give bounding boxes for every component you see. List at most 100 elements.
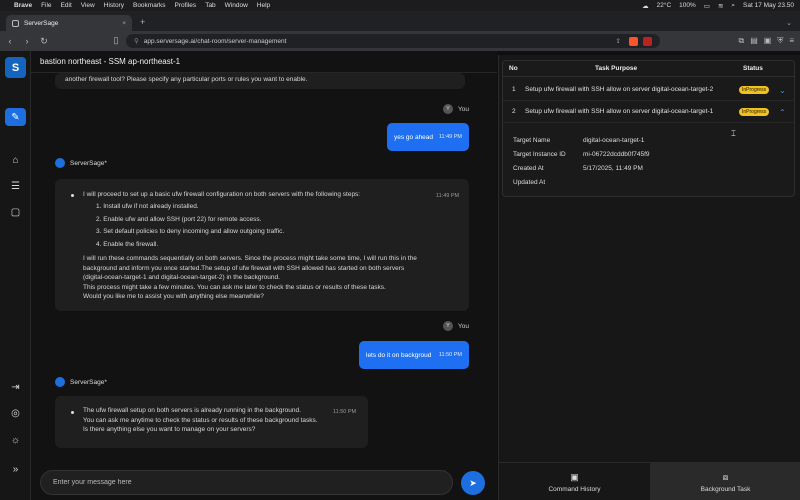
- bot-label: ServerSage*: [55, 377, 107, 387]
- user-name: You: [458, 105, 469, 113]
- tab-background-task[interactable]: ⧈ Background Task: [650, 463, 800, 500]
- browser-tabbar: ServerSage × + ⌄: [0, 11, 800, 31]
- tab-label: Background Task: [700, 485, 751, 493]
- wallet-icon[interactable]: ▣: [764, 36, 772, 46]
- detail-key: Target Instance ID: [513, 151, 566, 158]
- detail-key: Target Name: [513, 137, 551, 144]
- tab-command-history[interactable]: ▣ Command History: [499, 463, 650, 500]
- bot-message-previous: another firewall tool? Please specify an…: [55, 73, 465, 89]
- menu-window[interactable]: Window: [225, 2, 248, 9]
- tab-favicon-icon: [12, 19, 19, 27]
- message-composer: [40, 470, 453, 495]
- text-line: This process might take a few minutes. Y…: [83, 283, 386, 291]
- new-tab-icon[interactable]: +: [140, 17, 145, 27]
- detail-key: Updated At: [513, 179, 546, 186]
- user-message: lets do it on backgroud 11:50 PM: [359, 341, 469, 369]
- battery-label: 100%: [679, 2, 696, 9]
- bot-message: The ufw firewall setup on both servers i…: [55, 396, 368, 448]
- menu-history[interactable]: History: [104, 2, 124, 9]
- detail-value: digital-ocean-target-1: [583, 137, 645, 144]
- battery-icon[interactable]: ▭: [704, 2, 710, 10]
- sidebar-toggle-icon[interactable]: ▤: [750, 36, 758, 46]
- column-no: No: [509, 65, 518, 72]
- message-text: yes go ahead: [394, 133, 434, 141]
- menu-help[interactable]: Help: [257, 2, 270, 9]
- expand-chevron-icon[interactable]: ⌄: [779, 86, 786, 95]
- address-bar[interactable]: ⚲ app.serversage.ai/chat-room/server-man…: [126, 34, 660, 48]
- column-status: Status: [743, 65, 763, 72]
- logout-icon[interactable]: ⇥: [5, 378, 26, 396]
- reload-icon[interactable]: ↻: [40, 36, 48, 47]
- list-item: 3. Set default policies to deny incoming…: [96, 228, 285, 235]
- tab-close-icon[interactable]: ×: [122, 20, 126, 27]
- send-icon: ➤: [469, 477, 477, 488]
- panel-tabs: ▣ Command History ⧈ Background Task: [499, 462, 800, 500]
- message-input[interactable]: [53, 479, 440, 486]
- wifi-icon[interactable]: ≋: [718, 2, 723, 10]
- column-task-purpose: Task Purpose: [595, 65, 638, 72]
- temperature: 22°C: [656, 2, 672, 9]
- menu-edit[interactable]: Edit: [61, 2, 72, 9]
- brave-shields-icon[interactable]: [629, 36, 638, 46]
- chat-panel: bastion northeast - SSM ap-northeast-1 a…: [31, 51, 497, 500]
- profile-icon[interactable]: ◎: [5, 404, 26, 422]
- detail-value: 5/17/2025, 11:49 PM: [583, 165, 643, 172]
- app-sidebar: S ✎ ⌂ ☰ ▢ ⇥ ◎ ☼ »: [0, 51, 31, 500]
- row-purpose: Setup ufw firewall with SSH allow on ser…: [525, 108, 714, 115]
- menu-profiles[interactable]: Profiles: [175, 2, 197, 9]
- share-icon[interactable]: ⇪: [616, 37, 621, 45]
- search-icon[interactable]: ⌕: [731, 2, 735, 10]
- detail-row: Created At 5/17/2025, 11:49 PM: [513, 165, 783, 175]
- chat-room-icon[interactable]: ✎: [5, 108, 26, 126]
- theme-toggle-icon[interactable]: ☼: [5, 431, 26, 449]
- chat-title: bastion northeast - SSM ap-northeast-1: [31, 51, 497, 73]
- menu-file[interactable]: File: [41, 2, 51, 9]
- weather-icon[interactable]: ☁: [642, 2, 649, 10]
- table-row[interactable]: 1 Setup ufw firewall with SSH allow on s…: [503, 79, 794, 101]
- extensions-icon[interactable]: ⧉: [738, 36, 744, 46]
- menu-app[interactable]: Brave: [14, 2, 32, 9]
- serversage-avatar-icon: [55, 158, 65, 168]
- list-item: 4. Enable the firewall.: [96, 240, 159, 248]
- messages-icon[interactable]: ▢: [5, 203, 26, 221]
- status-badge: InProgress: [739, 86, 770, 94]
- vpn-icon[interactable]: ⛨: [777, 36, 783, 46]
- status-badge: InProgress: [739, 108, 770, 116]
- back-icon[interactable]: ‹: [6, 36, 14, 46]
- text-line: background and inform you once started.T…: [83, 264, 405, 272]
- menubar-status: ☁ 22°C 100% ▭ ≋ ⌕ Sat 17 May 23.50: [642, 2, 794, 10]
- send-button[interactable]: ➤: [461, 471, 485, 495]
- bot-message: I will proceed to set up a basic ufw fir…: [55, 179, 469, 311]
- mouse-cursor-icon: ⌶: [731, 129, 736, 138]
- bookmark-icon[interactable]: ▯: [112, 35, 120, 46]
- brave-rewards-icon[interactable]: [643, 36, 652, 46]
- user-label: Y You: [443, 104, 469, 114]
- menu-icon[interactable]: ≡: [789, 36, 794, 46]
- text-line: I will run these commands sequentially o…: [83, 255, 417, 262]
- forward-icon[interactable]: ›: [23, 36, 31, 46]
- browser-toolbar: ‹ › ↻ ▯ ⚲ app.serversage.ai/chat-room/se…: [0, 31, 800, 51]
- bot-label: ServerSage*: [55, 158, 107, 168]
- datetime[interactable]: Sat 17 May 23.50: [743, 2, 794, 9]
- background-task-panel: No Task Purpose Status 1 Setup ufw firew…: [498, 55, 800, 500]
- user-label: Y You: [443, 321, 469, 331]
- text-line: Is there anything else you want to manag…: [83, 426, 256, 433]
- menu-view[interactable]: View: [81, 2, 95, 9]
- servers-icon[interactable]: ☰: [5, 177, 26, 195]
- tab-title: ServerSage: [24, 19, 59, 27]
- menu-tab[interactable]: Tab: [205, 2, 215, 9]
- list-item: 2. Enable ufw and allow SSH (port 22) fo…: [96, 215, 262, 223]
- collapse-chevron-icon[interactable]: ⌃: [779, 108, 786, 117]
- text-line: You can ask me anytime to check the stat…: [83, 416, 318, 424]
- user-avatar: Y: [443, 104, 453, 114]
- menu-bookmarks[interactable]: Bookmarks: [133, 2, 166, 9]
- macos-menubar: Brave File Edit View History Bookmarks P…: [0, 0, 800, 11]
- home-icon[interactable]: ⌂: [5, 151, 26, 169]
- browser-tab[interactable]: ServerSage ×: [6, 15, 132, 31]
- tab-dropdown-icon[interactable]: ⌄: [786, 19, 792, 27]
- expand-sidebar-icon[interactable]: »: [5, 460, 26, 478]
- serversage-logo-icon[interactable]: S: [5, 57, 26, 78]
- table-row[interactable]: 2 Setup ufw firewall with SSH allow on s…: [503, 101, 794, 123]
- site-info-icon[interactable]: ⚲: [134, 37, 139, 45]
- detail-key: Created At: [513, 165, 544, 172]
